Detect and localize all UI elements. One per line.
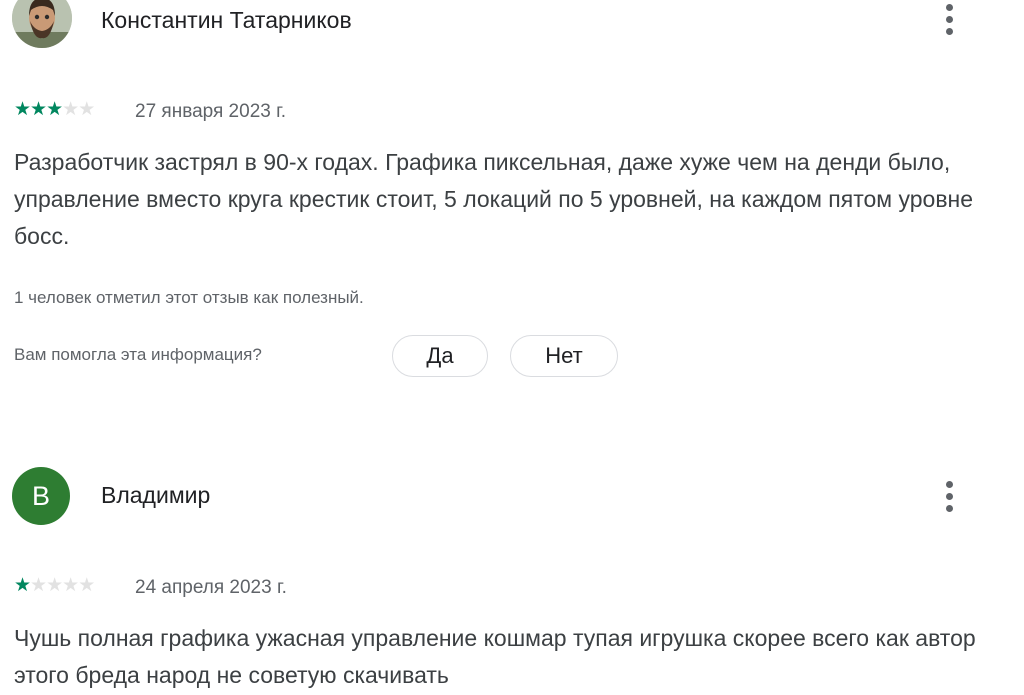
review-text: Чушь полная графика ужасная управление к… — [14, 625, 976, 688]
star-icon: ★ — [62, 575, 79, 596]
more-vert-icon-dot — [946, 493, 953, 500]
star-icon: ★ — [14, 575, 31, 596]
review-date: 24 апреля 2023 г. — [135, 577, 287, 598]
more-vert-icon — [946, 481, 953, 488]
review-card: В Владимир ★★★★★ 24 апреля 2023 г. Чушь … — [0, 0, 1024, 695]
star-icon: ★ — [46, 575, 63, 596]
more-vert-icon-dot — [946, 505, 953, 512]
star-icon: ★ — [78, 575, 95, 596]
avatar[interactable]: В — [12, 467, 70, 525]
author-name: Владимир — [101, 482, 211, 508]
star-icon: ★ — [30, 575, 47, 596]
star-rating: ★★★★★ — [14, 574, 95, 597]
more-options-button[interactable] — [936, 476, 964, 516]
